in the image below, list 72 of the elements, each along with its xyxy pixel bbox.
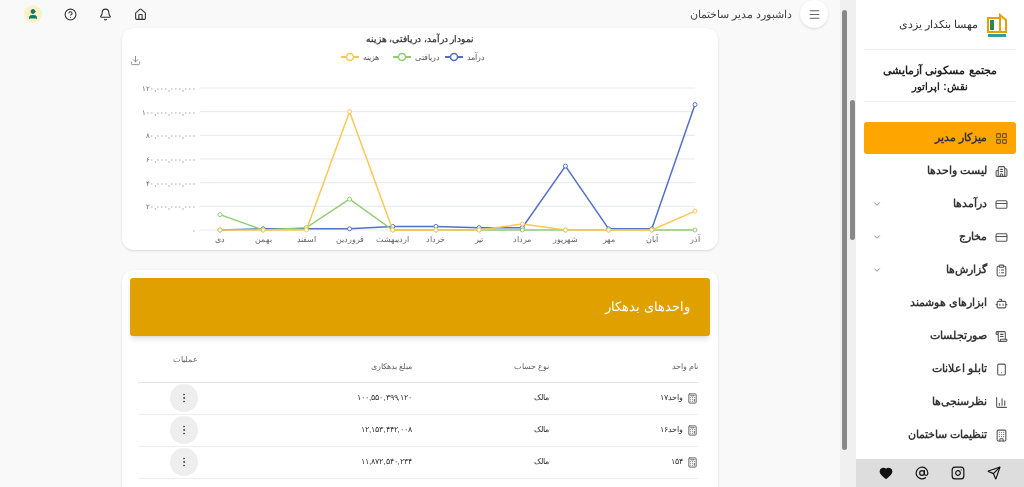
table-cell: ۱۰۰,۵۵۰,۳۹۹,۱۲۰ xyxy=(357,393,412,402)
role-label: نقش: اپراتور xyxy=(912,79,968,94)
table-cell: مالک xyxy=(534,393,550,402)
home-icon[interactable] xyxy=(134,7,147,21)
unit-icon xyxy=(687,392,698,404)
table-cell: ۱۵۴ xyxy=(671,456,683,468)
legend-item[interactable]: هزینه xyxy=(340,52,379,62)
menu-icon xyxy=(807,7,821,21)
card-icon xyxy=(995,230,1008,244)
table-cell: واحد۱۷ xyxy=(660,392,683,404)
bell-icon[interactable] xyxy=(99,7,112,21)
chart-title: نمودار درآمد، دریافتی، هزینه xyxy=(365,34,475,44)
sidebar-item[interactable]: صورتجلسات xyxy=(864,320,1016,352)
clipboard-icon xyxy=(995,263,1008,277)
card-title: واحدهای بدهکار xyxy=(605,298,690,317)
page-title: داشبورد مدیر ساختمان xyxy=(689,6,792,23)
sidebar-item[interactable]: مخارج xyxy=(864,221,1016,253)
avatar[interactable] xyxy=(24,5,42,23)
table-cell: ۱۱,۸۷۲,۵۴۰,۲۳۴ xyxy=(361,457,412,466)
column-header: عملیات xyxy=(173,355,198,364)
axis-label: اسفند xyxy=(296,235,316,244)
menu-button[interactable] xyxy=(800,0,828,28)
instagram-icon[interactable] xyxy=(951,466,965,480)
legend-label: درآمد xyxy=(467,52,485,62)
legend-label: هزینه xyxy=(363,53,379,62)
axis-label: تیر xyxy=(475,235,484,244)
legend-label: دریافتی xyxy=(415,53,440,62)
sidebar-item[interactable]: تنظیمات ساختمان xyxy=(864,419,1016,451)
robot-icon xyxy=(995,296,1008,310)
building-icon xyxy=(995,428,1008,442)
table-cell: ۱۲,۱۵۳,۴۴۲,۰۰۸ xyxy=(361,425,412,434)
column-header: نام واحد xyxy=(671,361,698,371)
unit-icon xyxy=(687,424,698,436)
document-icon xyxy=(995,329,1008,343)
column-header: نوع حساب xyxy=(514,361,550,371)
axis-label: اردیبهشت xyxy=(376,235,410,244)
grid-icon xyxy=(995,131,1008,145)
legend-item[interactable]: دریافتی xyxy=(392,52,440,62)
sidebar-item[interactable]: گزارش‌ها xyxy=(864,254,1016,286)
sidebar-item[interactable]: لیست واحدها xyxy=(864,155,1016,187)
axis-label: مهر xyxy=(602,235,615,244)
download-icon[interactable] xyxy=(130,55,141,66)
table-cell: واحد۱۶ xyxy=(660,424,683,436)
sidebar-item[interactable]: درآمدها xyxy=(864,188,1016,220)
phone-icon xyxy=(995,362,1008,376)
telegram-icon[interactable] xyxy=(987,466,1001,480)
building-icon xyxy=(995,164,1008,178)
column-header: مبلغ بدهکاری xyxy=(370,361,412,371)
bar-chart-icon xyxy=(995,395,1008,409)
scrollbar[interactable] xyxy=(848,0,856,487)
axis-label: خرداد xyxy=(426,235,446,244)
axis-label: آبان xyxy=(645,235,658,244)
axis-label: شهریور xyxy=(552,235,578,244)
sidebar-item[interactable]: ابزارهای هوشمند xyxy=(864,287,1016,319)
table-cell: مالک xyxy=(534,457,550,466)
legend-item[interactable]: درآمد xyxy=(444,52,485,62)
scrollbar[interactable] xyxy=(840,0,848,487)
card-icon xyxy=(995,197,1008,211)
logo-icon xyxy=(986,11,1008,38)
sidebar-item[interactable]: میزکار مدیر xyxy=(864,122,1016,154)
table-cell: مالک xyxy=(534,425,550,434)
axis-label: آذر xyxy=(690,235,700,244)
complex-name: مجتمع مسکونی آزمایشی xyxy=(883,63,997,79)
axis-label: بهمن xyxy=(254,235,272,244)
sidebar-item[interactable]: تابلو اعلانات xyxy=(864,353,1016,385)
help-icon[interactable] xyxy=(64,7,77,21)
unit-icon xyxy=(687,456,698,468)
axis-label: فروردین xyxy=(335,235,364,244)
user-name: مهسا بنکدار یزدی xyxy=(898,17,978,33)
axis-label: مرداد xyxy=(513,235,532,244)
axis-label: دی xyxy=(215,235,225,244)
sidebar-item[interactable]: نظرسنجی‌ها xyxy=(864,386,1016,418)
